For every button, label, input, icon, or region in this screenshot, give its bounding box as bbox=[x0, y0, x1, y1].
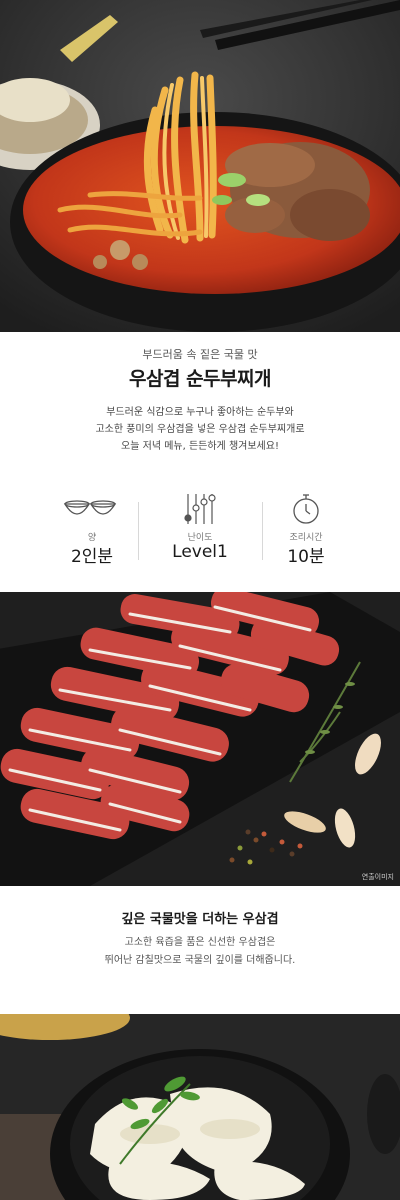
intro-section: 부드러움 속 짙은 국물 맛 우삼겹 순두부찌개 부드러운 식감으로 누구나 좋… bbox=[0, 332, 400, 592]
sliders-icon bbox=[140, 492, 260, 526]
recipe-stats: 양 2인분 난이도 Level1 조리시간 10분 bbox=[0, 492, 400, 572]
beef-slices-photo: 연출이미지 bbox=[0, 592, 400, 886]
beef-feature-section: 깊은 국물맛을 더하는 우삼겹 고소한 육즙을 품은 신선한 우삼겹은 뛰어난 … bbox=[0, 886, 400, 1014]
description-line: 부드러운 식감으로 누구나 좋아하는 순두부와 bbox=[106, 407, 294, 418]
section-heading: 깊은 국물맛을 더하는 우삼겹 bbox=[121, 912, 279, 927]
two-bowls-icon bbox=[32, 492, 152, 526]
beef-illustration bbox=[0, 592, 400, 886]
description-line: 고소한 풍미의 우삼겹을 넣은 우삼겹 순두부찌개로 bbox=[95, 424, 305, 435]
stat-value: 10분 bbox=[287, 547, 325, 567]
soup-illustration bbox=[0, 0, 400, 332]
stat-value: Level1 bbox=[172, 542, 228, 562]
body-line: 고소한 육즙을 품은 신선한 우삼겹은 bbox=[124, 937, 276, 948]
section-body: 고소한 육즙을 품은 신선한 우삼겹은 뛰어난 감칠맛으로 국물의 깊이를 더해… bbox=[0, 934, 400, 970]
stat-difficulty: 난이도 Level1 bbox=[140, 492, 260, 572]
tofu-illustration bbox=[0, 1014, 400, 1200]
tofu-photo bbox=[0, 1014, 400, 1200]
stat-cook-time: 조리시간 10분 bbox=[246, 492, 366, 572]
stat-value: 2인분 bbox=[70, 547, 114, 567]
intro-subtitle: 부드러움 속 짙은 국물 맛 bbox=[142, 348, 258, 361]
photo-caption: 연출이미지 bbox=[361, 873, 394, 881]
body-line: 뛰어난 감칠맛으로 국물의 깊이를 더해줍니다. bbox=[104, 955, 296, 966]
intro-description: 부드러운 식감으로 누구나 좋아하는 순두부와 고소한 풍미의 우삼겹을 넣은 … bbox=[0, 404, 400, 455]
description-line: 오늘 저녁 메뉴, 든든하게 챙겨보세요! bbox=[121, 441, 279, 452]
product-title: 우삼겹 순두부찌개 bbox=[129, 368, 271, 390]
hero-soup-photo bbox=[0, 0, 400, 332]
stopwatch-icon bbox=[246, 492, 366, 526]
stat-divider bbox=[138, 502, 139, 560]
stat-servings: 양 2인분 bbox=[32, 492, 152, 572]
